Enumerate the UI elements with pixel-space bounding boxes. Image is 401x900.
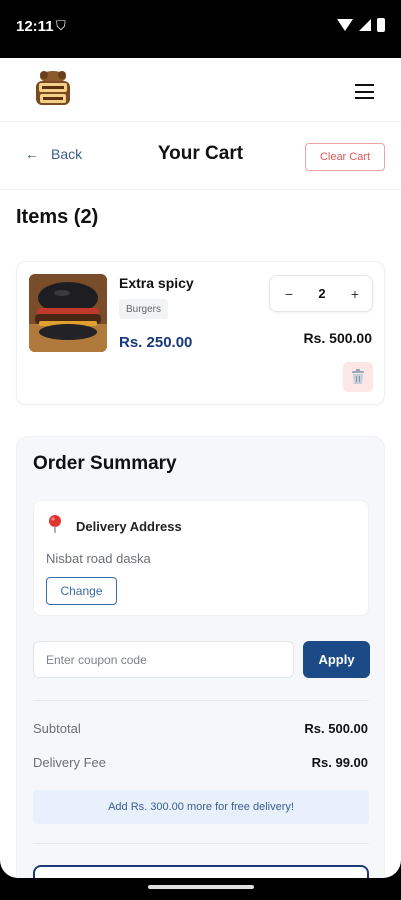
item-unit-price: Rs. 250.00 <box>119 334 193 351</box>
status-bar: 12:11 ⛉ <box>0 0 401 58</box>
quantity-value: 2 <box>318 286 326 301</box>
item-total-price: Rs. 500.00 <box>303 330 373 346</box>
status-time: 12:11 <box>16 18 54 35</box>
hamburger-menu-icon[interactable] <box>355 84 374 99</box>
cafe-logo[interactable] <box>32 68 74 110</box>
free-delivery-notice: Add Rs. 300.00 more for free delivery! <box>33 790 369 824</box>
wifi-icon <box>337 19 353 31</box>
delivery-address-card: Delivery Address Nisbat road daska Chang… <box>33 500 369 616</box>
coupon-code-input[interactable] <box>33 641 294 678</box>
trash-icon <box>352 369 364 384</box>
delivery-fee-label: Delivery Fee <box>33 755 106 770</box>
app-screen: ← Back Your Cart Clear Cart Items (2) Ex… <box>0 58 401 878</box>
item-category-badge: Burgers <box>119 299 169 319</box>
items-heading: Items (2) <box>16 206 99 228</box>
order-summary-title: Order Summary <box>33 453 177 474</box>
cart-header: ← Back Your Cart Clear Cart <box>0 122 401 190</box>
divider <box>33 700 369 701</box>
system-navigation-bar <box>0 878 401 900</box>
clear-cart-button[interactable]: Clear Cart <box>305 143 385 171</box>
delivery-address-label: Delivery Address <box>76 519 182 534</box>
burger-image <box>29 274 107 352</box>
status-icons <box>337 18 385 32</box>
divider <box>33 843 369 844</box>
increase-quantity-button[interactable]: + <box>346 285 364 303</box>
remove-item-button[interactable] <box>343 362 373 392</box>
quantity-stepper: − 2 + <box>269 275 373 312</box>
delivery-fee-value: Rs. 99.00 <box>311 755 368 770</box>
battery-icon <box>377 18 385 32</box>
delivery-address-value: Nisbat road daska <box>46 551 151 566</box>
subtotal-label: Subtotal <box>33 721 81 736</box>
decrease-quantity-button[interactable]: − <box>280 285 298 303</box>
apply-coupon-button[interactable]: Apply <box>303 641 370 678</box>
change-address-button[interactable]: Change <box>46 577 117 605</box>
location-pin-icon <box>49 515 61 533</box>
checkout-button[interactable] <box>33 865 369 878</box>
subtotal-value: Rs. 500.00 <box>304 721 368 736</box>
cart-item-card: Extra spicy Burgers Rs. 250.00 − 2 + Rs.… <box>16 261 385 405</box>
signal-icon <box>359 19 371 31</box>
shield-icon: ⛉ <box>56 18 66 33</box>
home-gesture-handle[interactable] <box>148 885 254 889</box>
order-summary-panel: Order Summary Delivery Address Nisbat ro… <box>16 436 385 878</box>
app-bar <box>0 58 401 122</box>
item-name: Extra spicy <box>119 275 194 291</box>
